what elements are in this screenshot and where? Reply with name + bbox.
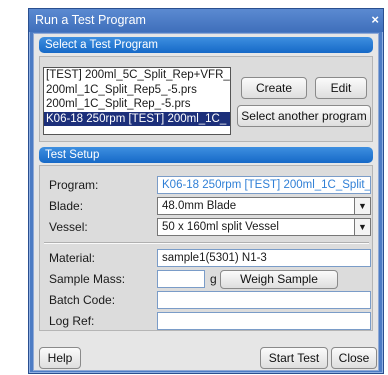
sample-mass-unit: g	[210, 272, 217, 286]
run-test-program-dialog: Run a Test Program × Select a Test Progr…	[28, 8, 384, 374]
title-bar[interactable]: Run a Test Program ×	[29, 9, 383, 32]
weigh-sample-button[interactable]: Weigh Sample	[220, 270, 338, 289]
program-listbox[interactable]: [TEST] 200ml_5C_Split_Rep+VFR_ 200ml_1C_…	[43, 67, 231, 135]
test-setup-header: Test Setup	[39, 147, 373, 163]
vessel-select[interactable]: 50 x 160ml split Vessel ▼	[157, 218, 371, 236]
sample-mass-field[interactable]	[157, 270, 205, 288]
edit-button[interactable]: Edit	[315, 77, 367, 99]
close-icon[interactable]: ×	[371, 12, 379, 27]
batch-code-label: Batch Code:	[49, 293, 116, 307]
program-list-item[interactable]: 200ml_1C_Split_Rep5_-5.prs	[44, 83, 230, 98]
vessel-label: Vessel:	[49, 220, 88, 234]
window-title: Run a Test Program	[35, 13, 146, 27]
close-button[interactable]: Close	[331, 347, 377, 369]
start-test-button[interactable]: Start Test	[260, 347, 328, 369]
program-label: Program:	[49, 178, 99, 192]
vessel-select-value: 50 x 160ml split Vessel	[162, 221, 279, 233]
blade-label: Blade:	[49, 199, 84, 213]
material-field[interactable]: sample1(5301) N1-3	[157, 249, 371, 267]
program-list-item[interactable]: 200ml_1C_Split_Rep_-5.prs	[44, 97, 230, 112]
blade-select-value: 48.0mm Blade	[162, 200, 237, 212]
chevron-down-icon[interactable]: ▼	[354, 198, 370, 214]
log-ref-label: Log Ref:	[49, 314, 95, 328]
chevron-down-icon[interactable]: ▼	[354, 219, 370, 235]
blade-select[interactable]: 48.0mm Blade ▼	[157, 197, 371, 215]
material-label: Material:	[49, 251, 96, 265]
program-list-item[interactable]: [TEST] 200ml_5C_Split_Rep+VFR_	[44, 68, 230, 83]
program-field[interactable]: K06-18 250rpm [TEST] 200ml_1C_Split_Rep+	[157, 176, 371, 194]
divider	[44, 242, 369, 244]
batch-code-field[interactable]	[157, 291, 371, 309]
create-button[interactable]: Create	[241, 77, 307, 99]
sample-mass-label: Sample Mass:	[49, 272, 126, 286]
help-button[interactable]: Help	[39, 347, 81, 369]
select-another-program-button[interactable]: Select another program	[237, 105, 371, 127]
program-list-item-selected[interactable]: K06-18 250rpm [TEST] 200ml_1C_	[44, 111, 230, 126]
select-program-header: Select a Test Program	[39, 37, 373, 53]
log-ref-field[interactable]	[157, 312, 371, 330]
dialog-body: Select a Test Program [TEST] 200ml_5C_Sp…	[33, 33, 379, 371]
